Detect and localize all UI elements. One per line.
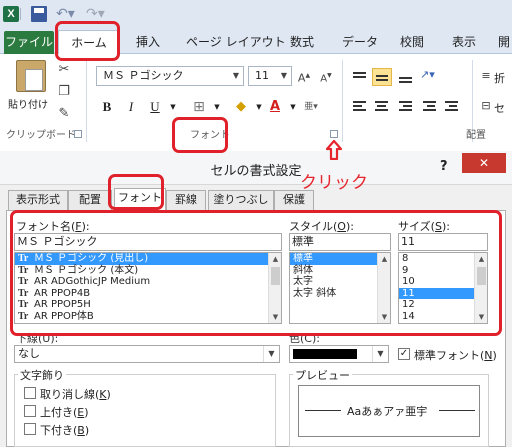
preview-box: Aaあぁアァ亜宇 [298, 385, 480, 437]
normal-font-checkbox[interactable]: ✓ [398, 348, 410, 360]
copy-icon[interactable]: ❐ [56, 84, 72, 100]
chevron-down-icon[interactable]: ▼ [284, 98, 302, 116]
chevron-down-icon[interactable]: ▼ [208, 98, 226, 116]
font-size-value: 11 [255, 69, 269, 82]
chevron-down-icon[interactable]: ▼ [372, 346, 388, 362]
phonetic-guide-icon[interactable]: 亜▾ [302, 98, 320, 116]
format-painter-icon[interactable]: ✎ [56, 106, 72, 122]
color-dropdown[interactable]: ▼ [289, 345, 389, 363]
group-divider [86, 60, 87, 142]
dialog-title-bar: セルの書式設定 ? ✕ [0, 151, 512, 185]
tab-insert[interactable]: 挿入 [136, 33, 160, 50]
merge-label[interactable]: セ [494, 100, 505, 116]
paste-button-label[interactable]: 貼り付け [8, 96, 48, 111]
chevron-down-icon[interactable]: ▼ [229, 67, 243, 85]
align-middle-icon[interactable] [372, 68, 392, 86]
tab-review[interactable]: 校閲 [400, 33, 424, 50]
chevron-down-icon[interactable]: ▼ [164, 98, 182, 116]
underline-value: なし [18, 347, 40, 360]
shrink-font-icon[interactable]: A▼ [318, 68, 334, 84]
align-bottom-icon[interactable] [396, 68, 416, 86]
strikethrough-checkbox[interactable] [24, 387, 36, 399]
font-name-combo[interactable]: ＭＳ Ｐゴシック ▼ [96, 66, 244, 86]
align-left-icon[interactable] [350, 98, 370, 116]
alignment-group-label: 配置 [466, 130, 486, 141]
effects-title: 文字飾り [18, 367, 66, 383]
color-swatch [293, 349, 357, 359]
font-name-value: ＭＳ Ｐゴシック [103, 69, 184, 82]
normal-font-label[interactable]: 標準フォント(N) [414, 347, 497, 363]
superscript-checkbox[interactable] [24, 405, 36, 417]
align-top-icon[interactable] [350, 68, 370, 86]
clipboard-group-label: クリップボード [6, 130, 76, 141]
align-right-icon[interactable] [396, 98, 416, 116]
help-icon[interactable]: ? [440, 159, 448, 174]
wrap-text-label[interactable]: 折 [494, 70, 505, 86]
close-icon[interactable]: ✕ [462, 153, 506, 173]
highlight-font-tab [108, 174, 164, 210]
tab-alignment[interactable]: 配置 [68, 190, 112, 210]
highlight-font-group [172, 117, 228, 153]
align-center-icon[interactable] [372, 98, 392, 116]
chevron-down-icon[interactable]: ▼ [263, 346, 279, 362]
tab-developer[interactable]: 開 [498, 33, 510, 50]
paste-icon[interactable] [16, 60, 46, 92]
merge-center-icon[interactable]: ⊟ [478, 98, 494, 114]
highlight-font-settings [10, 210, 502, 336]
chevron-down-icon[interactable]: ▼ [277, 67, 291, 85]
redo-icon[interactable]: ↷▾ [86, 6, 108, 22]
bold-icon[interactable]: B [98, 98, 116, 116]
tab-data[interactable]: データ [342, 33, 378, 50]
tab-file[interactable]: ファイル [4, 31, 54, 54]
excel-icon[interactable]: X [3, 6, 19, 22]
orientation-icon[interactable]: ↗▾ [420, 68, 440, 86]
group-divider [342, 60, 343, 142]
cut-icon[interactable]: ✂ [56, 62, 72, 78]
superscript-label[interactable]: 上付き(E) [40, 404, 89, 420]
borders-icon[interactable]: ⊞ [190, 98, 208, 116]
tab-view[interactable]: 表示 [452, 33, 476, 50]
ribbon-home: 貼り付け ✂ ❐ ✎ クリップボード ＭＳ Ｐゴシック ▼ 11 ▼ A▲ A▼… [0, 54, 512, 152]
underline-icon[interactable]: U [146, 98, 164, 116]
preview-sample: Aaあぁアァ亜宇 [347, 405, 428, 418]
grow-font-icon[interactable]: A▲ [296, 68, 312, 85]
underline-dropdown[interactable]: なし ▼ [14, 345, 280, 363]
subscript-checkbox[interactable] [24, 423, 36, 435]
subscript-label[interactable]: 下付き(B) [40, 422, 89, 438]
font-size-combo[interactable]: 11 ▼ [248, 66, 292, 86]
tab-number[interactable]: 表示形式 [8, 190, 68, 210]
highlight-home-tab [55, 21, 120, 61]
clipboard-launcher-icon[interactable] [74, 130, 82, 138]
preview-baseline [305, 410, 341, 411]
undo-icon[interactable]: ↶▾ [56, 6, 78, 22]
fill-color-icon[interactable]: ◆ [232, 98, 250, 116]
preview-title: プレビュー [293, 367, 352, 383]
preview-baseline [439, 410, 475, 411]
tab-border[interactable]: 罫線 [166, 190, 206, 210]
tab-formulas[interactable]: 数式 [290, 33, 314, 50]
arrow-up-icon [326, 140, 342, 160]
qat-divider [20, 8, 21, 20]
tab-page-layout[interactable]: ページ レイアウト [186, 33, 286, 50]
save-icon[interactable] [31, 6, 47, 22]
strikethrough-label[interactable]: 取り消し線(K) [40, 386, 111, 402]
font-launcher-icon[interactable] [330, 130, 338, 138]
click-annotation: クリック [300, 173, 368, 193]
tab-fill[interactable]: 塗りつぶし [208, 190, 274, 210]
increase-indent-icon[interactable] [442, 98, 462, 116]
dialog-title: セルの書式設定 [210, 164, 302, 179]
italic-icon[interactable]: I [122, 98, 140, 116]
wrap-text-icon[interactable]: ≡ [478, 68, 494, 84]
tab-protection[interactable]: 保護 [274, 190, 314, 210]
font-color-icon[interactable]: A [266, 98, 284, 116]
decrease-indent-icon[interactable] [420, 98, 440, 116]
